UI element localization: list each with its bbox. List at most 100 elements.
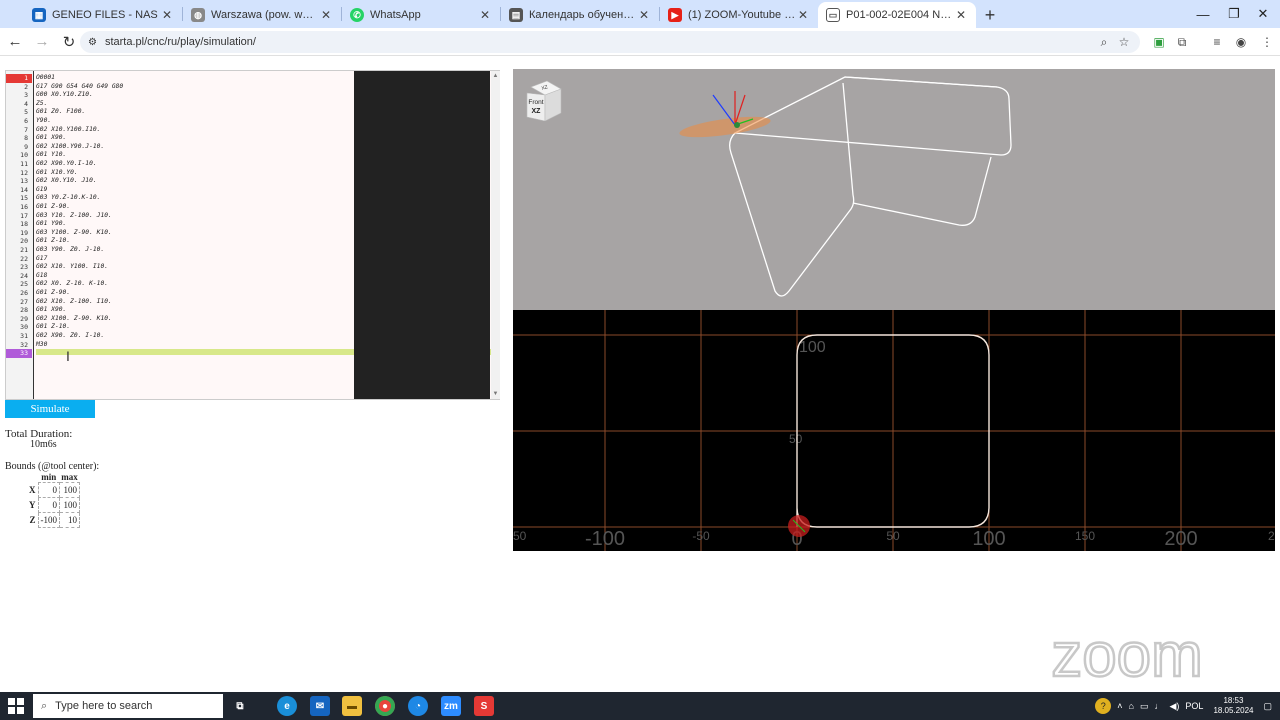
code-line[interactable]: O0001 [36,74,55,83]
network-icon[interactable]: ⌂ [1129,701,1134,711]
2d-viewport[interactable]: -100 0 100 200 -50 50 150 50 2 100 50 [513,310,1275,551]
page-favicon-icon: ▭ [826,8,840,22]
browser-tab-bar: ▦ GENEO FILES - NAS ✕ ◍ Warszawa (pow. w… [0,0,1280,28]
tab-zoom-youtube[interactable]: ▶ (1) ZOOM-Youtube Broadcast ✕ [660,2,818,28]
taskbar-search-box[interactable]: ⌕ Type here to search [33,694,223,718]
code-line[interactable]: G03 Y90. Z0. J-10. [36,246,104,255]
zoom-app-icon[interactable]: zm [441,696,461,716]
profile-icon[interactable]: ◉ [1232,33,1250,51]
blue-app-icon[interactable]: ◔ [408,696,428,716]
tab-calendar[interactable]: ▤ Календарь обучения. Обучени ✕ [501,2,659,28]
line-number: 15 [20,194,28,203]
battery-icon[interactable]: ▭ [1140,701,1149,712]
code-line[interactable]: G00 X0.Y10.Z10. [36,91,93,100]
close-tab-icon[interactable]: ✕ [319,8,333,22]
help-icon[interactable]: ? [1095,698,1112,714]
volume-icon[interactable]: ◀) [1170,701,1180,712]
extensions-puzzle-icon[interactable]: ⧉ [1173,33,1191,51]
line-number: 18 [20,220,28,229]
code-line[interactable]: G02 X100.Y90.J-10. [36,143,104,152]
youtube-favicon-icon: ▶ [668,8,682,22]
line-number-gutter: 1 2 3 4 5 6 7 8 9 10 11 12 13 14 15 16 17 18 19 20 21 22 23 24 2… [6,71,34,399]
code-line[interactable]: G02 X10.Y100.I10. [36,126,100,135]
line-number: 28 [20,306,28,315]
zoom-magnifier-icon[interactable]: ⌕ [1095,33,1113,51]
code-line[interactable]: G18 [36,272,47,281]
code-line[interactable]: G02 X90. Z0. I-10. [36,332,104,341]
clock-time: 18:53 [1223,696,1244,705]
close-tab-icon[interactable]: ✕ [796,8,810,22]
code-line[interactable]: Z5. [36,100,47,109]
code-line[interactable]: G01 X10.Y0. [36,169,78,178]
code-line[interactable]: M30 [36,341,47,350]
close-tab-icon[interactable]: ✕ [478,8,492,22]
scroll-up-icon[interactable]: ▲ [491,73,500,79]
code-line[interactable]: G02 X100. Z-90. K10. [36,315,112,324]
simulate-button[interactable]: Simulate [5,400,95,418]
chrome-browser-icon[interactable]: ● [375,696,395,716]
editor-minimap[interactable] [354,71,490,399]
back-arrow-icon[interactable]: ← [3,30,27,54]
3d-viewport[interactable]: XZ Front XZ [513,69,1275,310]
browser-toolbar: ← → ↻ ⚙ starta.pl/cnc/ru/play/simulation… [0,28,1280,56]
microphone-icon[interactable]: ♩ [1155,701,1164,711]
code-line[interactable]: G02 X10. Z-100. I10. [36,298,112,307]
tab-title: (1) ZOOM-Youtube Broadcast [688,9,796,21]
code-line[interactable]: G19 [36,186,47,195]
code-line[interactable]: G03 Y0.Z-10.K-10. [36,194,100,203]
code-line[interactable]: G01 Z-10. [36,237,70,246]
chevron-up-icon[interactable]: ˄ [1117,701,1122,711]
tab-warszawa[interactable]: ◍ Warszawa (pow. warszawski), M ✕ [183,2,341,28]
editor-scrollbar[interactable]: ▲ ▼ [491,71,500,399]
file-explorer-icon[interactable]: ▬ [342,696,362,716]
line-number: 6 [24,117,28,125]
code-line[interactable]: G03 Y100. Z-90. K10. [36,229,112,238]
tab-geneo-files[interactable]: ▦ GENEO FILES - NAS ✕ [24,2,182,28]
new-tab-plus-icon[interactable]: + [976,2,1004,28]
site-info-icon[interactable]: ⚙ [88,37,97,48]
y-label: 50 [789,432,803,446]
task-view-icon[interactable]: ⧉ [230,696,250,716]
code-line[interactable]: G01 Z-90. [36,203,70,212]
code-line[interactable]: G17 G90 G54 G40 G49 G80 [36,83,123,92]
gcode-editor[interactable]: 1 2 3 4 5 6 7 8 9 10 11 12 13 14 15 16 17 18 19 20 21 22 23 24 2… [5,70,500,400]
code-line[interactable]: G02 X0.Y10. J10. [36,177,97,186]
mail-icon[interactable]: ✉ [310,696,330,716]
address-bar[interactable]: ⚙ starta.pl/cnc/ru/play/simulation/ [80,31,1140,53]
code-line[interactable]: G02 X10. Y100. I10. [36,263,108,272]
red-app-icon[interactable]: S [474,696,494,716]
menu-kebab-icon[interactable]: ⋮ [1258,33,1276,51]
code-line[interactable]: G02 X90.Y0.I-10. [36,160,97,169]
tab-nc-player[interactable]: ▭ P01-002-02E004 NC-PLAYER / ( ✕ [818,2,976,28]
code-line[interactable]: G01 Y10. [36,151,66,160]
table-row: Y 0 100 [27,497,80,513]
code-line[interactable]: G01 X90. [36,134,66,143]
code-line[interactable]: G01 X90. [36,306,66,315]
code-line[interactable]: Y90. [36,117,51,126]
close-tab-icon[interactable]: ✕ [954,8,968,22]
code-line[interactable]: G01 Y90. [36,220,66,229]
code-line[interactable]: G03 Y10. Z-100. J10. [36,212,112,221]
reload-icon[interactable]: ↻ [57,30,81,54]
taskbar-clock[interactable]: 18:53 18.05.2024 [1213,696,1253,716]
language-indicator[interactable]: POL [1185,701,1203,711]
close-tab-icon[interactable]: ✕ [637,8,651,22]
tab-whatsapp[interactable]: ✆ WhatsApp ✕ [342,2,500,28]
close-window-icon[interactable]: ✕ [1246,0,1280,28]
code-line[interactable]: G02 X0. Z-10. K-10. [36,280,108,289]
windows-start-icon[interactable] [8,698,24,714]
minimize-window-icon[interactable]: — [1186,0,1220,28]
code-line[interactable]: G17 [36,255,47,264]
close-tab-icon[interactable]: ✕ [160,8,174,22]
bounds-table: min max X 0 100 Y 0 100 Z -100 10 [27,472,80,528]
notifications-icon[interactable]: ▢ [1263,701,1272,712]
forward-arrow-icon[interactable]: → [30,30,54,54]
extension-green-icon[interactable]: ▣ [1150,33,1168,51]
bookmark-star-icon[interactable]: ☆ [1115,33,1133,51]
edge-browser-icon[interactable]: e [277,696,297,716]
code-line[interactable]: G01 Z-90. [36,289,70,298]
media-controls-icon[interactable]: ≡ [1208,33,1226,51]
code-line[interactable]: G01 Z-10. [36,323,70,332]
code-line[interactable]: G01 Z0. F100. [36,108,85,117]
scroll-down-icon[interactable]: ▼ [491,391,500,397]
